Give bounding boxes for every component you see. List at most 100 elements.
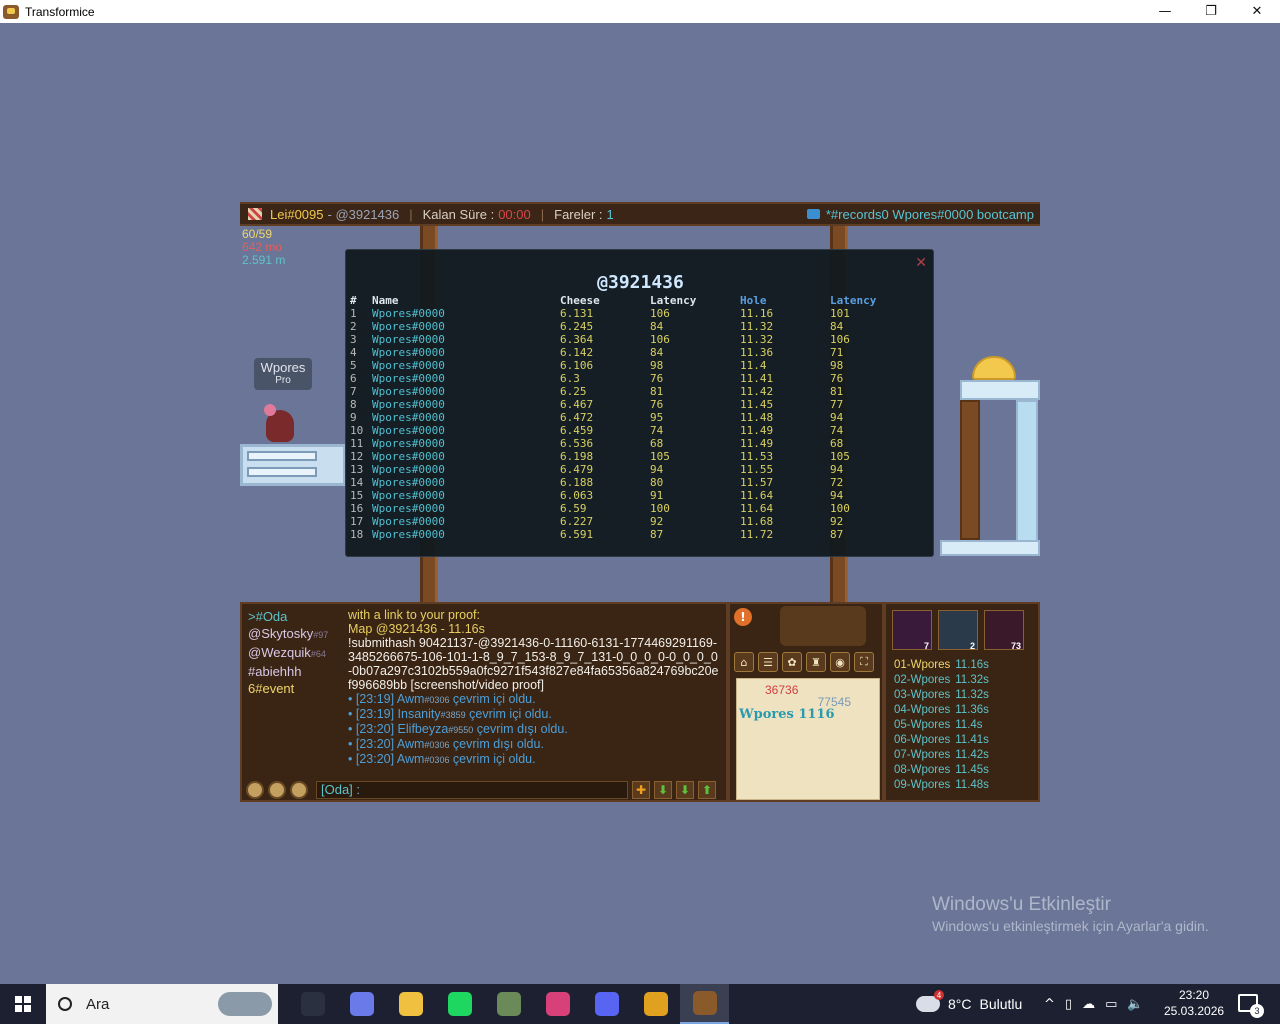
record-name: Wpores#0000 — [372, 515, 445, 528]
restore-button[interactable]: ❐ — [1188, 0, 1234, 23]
heart-button[interactable] — [246, 781, 264, 799]
weather-widget[interactable]: 4 8°C Bulutlu — [916, 984, 1022, 1024]
record-latency: 95 — [650, 411, 664, 424]
table-row: 15 Wpores#0000 6.063 91 11.64 94 — [350, 489, 890, 502]
taskbar-app-button[interactable] — [337, 984, 386, 1024]
table-row: 17 Wpores#0000 6.227 92 11.68 92 — [350, 515, 890, 528]
emote-bar[interactable] — [780, 606, 866, 646]
onedrive-icon[interactable]: ☁ — [1082, 997, 1095, 1012]
shop-button[interactable]: ⌂ — [734, 652, 754, 672]
volume-icon[interactable]: 🔈 — [1127, 997, 1143, 1012]
ice-bar — [247, 451, 317, 461]
taskbar-search[interactable]: Ara — [46, 984, 278, 1024]
taskbar-app-button[interactable] — [631, 984, 680, 1024]
chat-channel-item[interactable]: >#Oda — [248, 608, 328, 625]
record-latency: 105 — [650, 450, 670, 463]
chat-message: • [23:20] Awm#0306 çevrim içi oldu. — [348, 752, 720, 767]
table-row: 4 Wpores#0000 6.142 84 11.36 71 — [350, 346, 890, 359]
list-button[interactable]: ☰ — [758, 652, 778, 672]
record-cheese: 6.467 — [560, 398, 594, 411]
taskbar-app-button[interactable] — [484, 984, 533, 1024]
chat-message: Map @3921436 - 11.16s — [348, 622, 485, 636]
clock[interactable]: 23:20 25.03.2026 — [1164, 987, 1224, 1019]
ranking-entry: 09-Wpores 11.48s — [894, 778, 989, 793]
clock-date: 25.03.2026 — [1164, 1004, 1225, 1018]
table-row: 3 Wpores#0000 6.364 106 11.32 106 — [350, 333, 890, 346]
record-latency-2: 76 — [830, 372, 844, 385]
profile-name: Wpores — [739, 707, 794, 722]
chat-channel-item[interactable]: #abiehhh — [248, 663, 328, 680]
alert-icon[interactable]: ! — [734, 608, 752, 626]
chat-input[interactable]: [Oda] : — [316, 781, 628, 799]
ranking-player: 05-Wpores — [894, 719, 951, 731]
tribe-button[interactable] — [268, 781, 286, 799]
chat-channel-label: 6#event — [248, 681, 295, 696]
taskbar-app-button[interactable] — [386, 984, 435, 1024]
outfit-button[interactable]: ✿ — [782, 652, 802, 672]
close-button[interactable]: ✕ — [1234, 0, 1280, 23]
chat-message-pre: • [23:19] Insanity — [348, 707, 441, 721]
chat-channel-item[interactable]: @Skytosky#97 — [248, 625, 328, 644]
taskbar-app-button[interactable] — [582, 984, 631, 1024]
record-latency: 87 — [650, 528, 664, 541]
popup-close-icon[interactable]: ✕ — [915, 254, 927, 271]
ranking-player: 01-Wpores — [894, 659, 951, 671]
room-info[interactable]: *#records0 Wpores#0000 bootcamp — [806, 207, 1034, 222]
show-hidden-icons-chevron-icon[interactable]: ^ — [1044, 997, 1055, 1012]
record-hole: 11.36 — [740, 346, 774, 359]
inventory-item-slot[interactable]: 2 — [938, 610, 978, 651]
record-name: Wpores#0000 — [372, 307, 445, 320]
minecraft-icon — [496, 992, 521, 1016]
inventory-item-slot[interactable]: 73 — [984, 610, 1024, 651]
table-row: 1 Wpores#0000 6.131 106 11.16 101 — [350, 307, 890, 320]
record-latency: 76 — [650, 398, 664, 411]
header-num: # — [350, 294, 357, 307]
table-row: 7 Wpores#0000 6.25 81 11.42 81 — [350, 385, 890, 398]
inventory-item-slot[interactable]: 7 — [892, 610, 932, 651]
search-highlight-image — [218, 992, 272, 1016]
network-icon[interactable]: ▭ — [1105, 997, 1117, 1012]
record-cheese: 6.227 — [560, 515, 594, 528]
ranking-list: 01-Wpores 11.16s 02-Wpores 11.32s 03-Wpores 1… — [894, 658, 989, 793]
chat-down-2-button[interactable]: ⬇ — [676, 781, 694, 799]
discord-button[interactable]: ◉ — [830, 652, 850, 672]
profile-card[interactable]: 36736 77545 Wpores 1116 — [736, 678, 880, 800]
wood-column — [960, 400, 980, 540]
table-row: 16 Wpores#0000 6.59 100 11.64 100 — [350, 502, 890, 515]
chat-plus-button[interactable]: ✚ — [632, 781, 650, 799]
item-slots: 7 2 73 — [892, 610, 1030, 651]
record-hole: 11.41 — [740, 372, 774, 385]
game-top-bar: Lei#0095 - @3921436 | Kalan Süre : 00:00… — [240, 202, 1040, 226]
house-button[interactable] — [290, 781, 308, 799]
ranking-player: 06-Wpores — [894, 734, 951, 746]
chat-message-tag: #0306 — [424, 740, 450, 750]
chat-channel-item[interactable]: @Wezquik#64 — [248, 644, 328, 663]
chat-up-button[interactable]: ⬆ — [698, 781, 716, 799]
record-latency-2: 72 — [830, 476, 844, 489]
taskbar-app-button[interactable] — [533, 984, 582, 1024]
record-name: Wpores#0000 — [372, 437, 445, 450]
taskbar-app-button[interactable] — [680, 984, 729, 1024]
ranking-entry: 03-Wpores 11.32s — [894, 688, 989, 703]
chat-channel-label: #abiehhh — [248, 664, 302, 679]
meet-now-icon[interactable]: ▯ — [1065, 997, 1072, 1012]
chat-message-tag: #9550 — [448, 725, 474, 735]
table-row: 6 Wpores#0000 6.3 76 11.41 76 — [350, 372, 890, 385]
cloud-icon: 4 — [916, 990, 944, 1012]
map-flag-icon — [248, 208, 262, 220]
taskbar-app-button[interactable] — [435, 984, 484, 1024]
notification-icon[interactable]: 3 — [1238, 994, 1264, 1018]
chat-message-tag: #0306 — [424, 695, 450, 705]
chat-down-button[interactable]: ⬇ — [654, 781, 672, 799]
minimize-button[interactable]: — — [1142, 0, 1188, 23]
record-hole: 11.57 — [740, 476, 774, 489]
player-mouse-sprite — [262, 402, 296, 442]
chat-message-pre: • [23:19] Awm — [348, 692, 425, 706]
record-cheese: 6.3 — [560, 372, 580, 385]
separator: | — [409, 206, 413, 222]
taskbar-app-button[interactable] — [288, 984, 337, 1024]
trophy-button[interactable]: ♜ — [806, 652, 826, 672]
fullscreen-button[interactable]: ⛶ — [854, 652, 874, 672]
chat-channel-item[interactable]: 6#event — [248, 680, 328, 697]
start-button[interactable] — [0, 984, 46, 1024]
